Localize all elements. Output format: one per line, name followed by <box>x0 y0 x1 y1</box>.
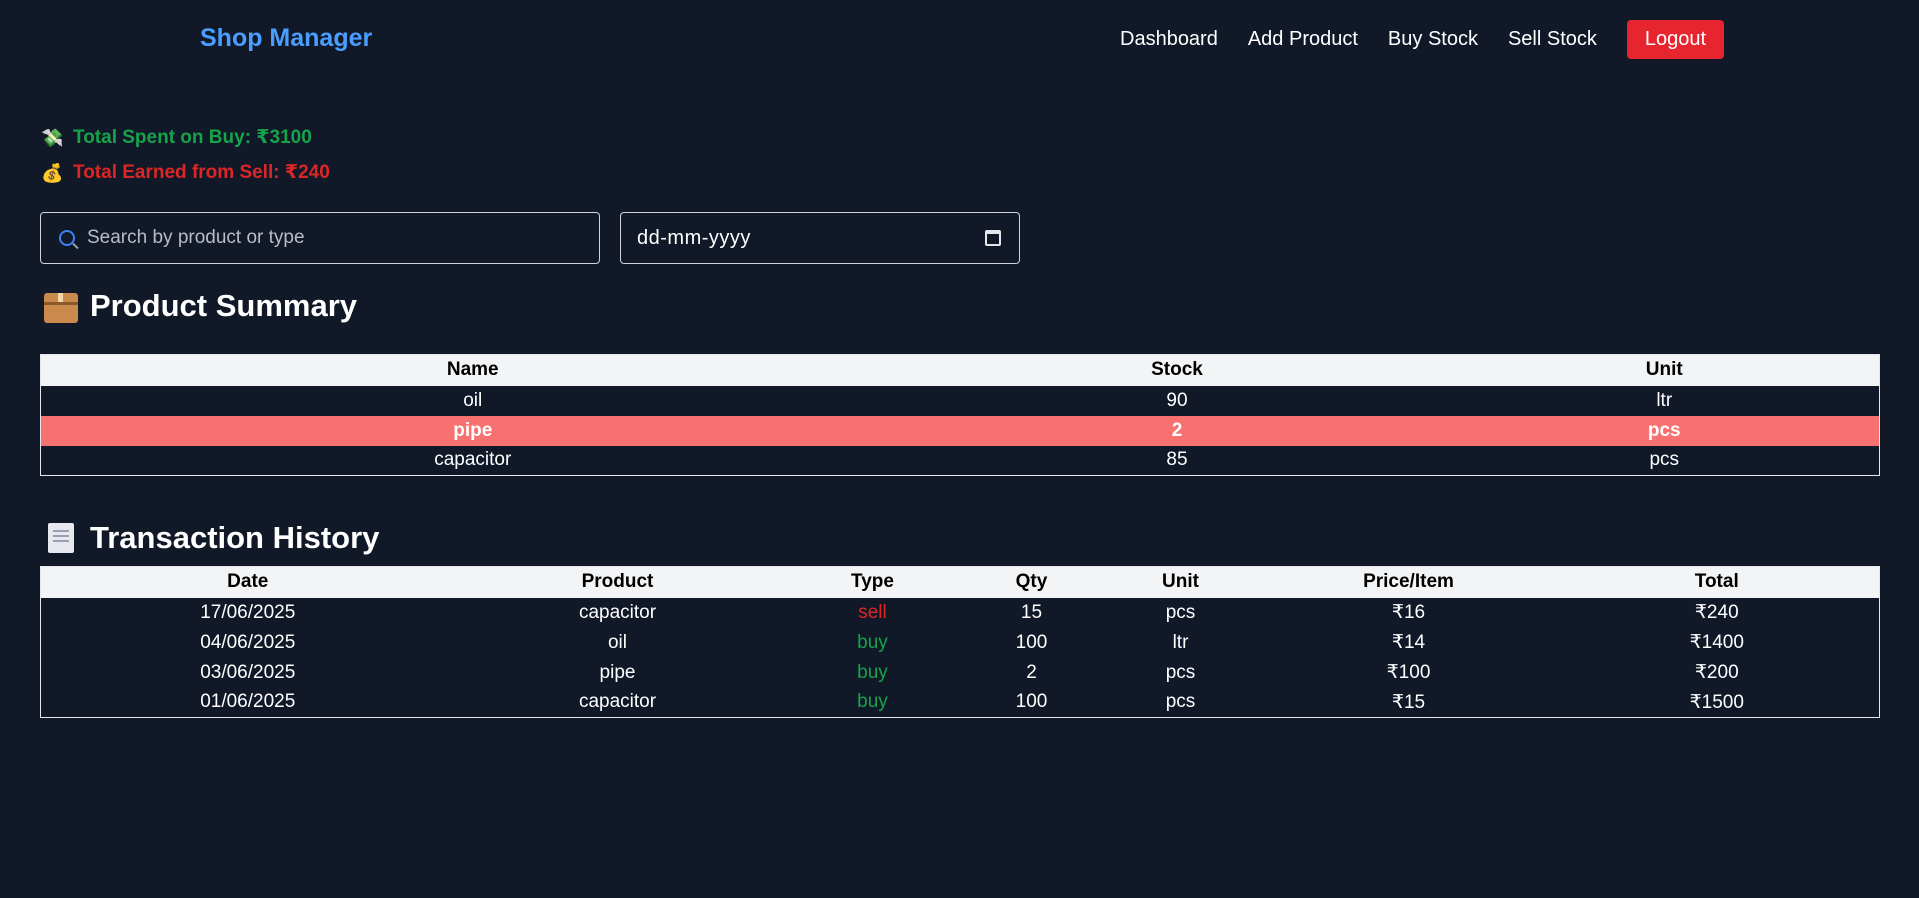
nav-link-buy-stock[interactable]: Buy Stock <box>1388 28 1478 51</box>
column-header: Type <box>780 566 965 598</box>
column-header: Product <box>454 566 781 598</box>
column-header: Price/Item <box>1262 566 1555 598</box>
product-cell: capacitor <box>578 601 657 623</box>
product-name-cell: pipe <box>40 415 905 446</box>
date-placeholder: dd-mm-yyyy <box>637 226 751 249</box>
package-icon <box>44 293 78 323</box>
stock-cell: 2 <box>904 415 1450 446</box>
transaction-history-title: Transaction History <box>90 520 380 555</box>
logout-button[interactable]: Logout <box>1626 20 1725 59</box>
calendar-icon[interactable] <box>985 230 1001 246</box>
table-row: 03/06/2025 pipe buy 2 pcs ₹100 ₹200 <box>41 658 1880 688</box>
total-cell: ₹240 <box>1694 602 1739 623</box>
nav-link-dashboard[interactable]: Dashboard <box>1120 28 1218 51</box>
date-cell: 17/06/2025 <box>200 601 296 623</box>
unit-cell: pcs <box>1649 449 1680 471</box>
stock-cell: 90 <box>1166 389 1188 411</box>
table-row: 04/06/2025 oil buy 100 ltr ₹14 ₹1400 <box>41 628 1880 658</box>
table-row: pipe 2 pcs <box>40 415 1880 446</box>
column-header: Date <box>40 566 455 598</box>
table-header-row: Name Stock Unit <box>40 354 1880 386</box>
product-summary-heading: Product Summary <box>44 288 357 324</box>
product-name-cell: capacitor <box>434 449 512 471</box>
product-summary-title: Product Summary <box>90 288 358 323</box>
total-earned-row: 💰 Total Earned from Sell: ₹240 <box>41 155 330 190</box>
price-cell: ₹14 <box>1391 632 1426 653</box>
type-cell: buy <box>857 691 888 713</box>
column-header: Qty <box>964 566 1099 598</box>
nav-links: Dashboard Add Product Buy Stock Sell Sto… <box>1120 20 1725 59</box>
transaction-history-heading: Transaction History <box>44 520 379 556</box>
transaction-history-table: Date Product Type Qty Unit Price/Item To… <box>40 566 1880 718</box>
price-cell: ₹15 <box>1391 691 1426 713</box>
price-cell: ₹16 <box>1391 602 1426 623</box>
totals-panel: 💸 Total Spent on Buy: ₹3100 💰 Total Earn… <box>41 120 330 190</box>
qty-cell: 15 <box>1020 601 1043 623</box>
product-summary-table: Name Stock Unit oil 90 ltr pipe 2 pcs capacito… <box>40 354 1880 476</box>
qty-cell: 2 <box>1026 661 1037 683</box>
nav-link-sell-stock[interactable]: Sell Stock <box>1508 28 1597 51</box>
column-header: Total <box>1554 566 1880 598</box>
unit-cell: pcs <box>1165 691 1196 713</box>
qty-cell: 100 <box>1015 691 1048 713</box>
money-with-wings-icon: 💸 <box>41 127 64 148</box>
total-spent-row: 💸 Total Spent on Buy: ₹3100 <box>41 120 330 155</box>
table-row: 01/06/2025 capacitor buy 100 pcs ₹15 ₹1500 <box>41 688 1880 718</box>
qty-cell: 100 <box>1015 631 1048 653</box>
product-cell: pipe <box>599 661 636 683</box>
type-cell: buy <box>857 661 888 683</box>
total-cell: ₹1500 <box>1689 691 1744 713</box>
unit-cell: ltr <box>1172 631 1189 653</box>
product-name-cell: oil <box>463 389 483 411</box>
nav-link-add-product[interactable]: Add Product <box>1248 28 1358 51</box>
product-cell: capacitor <box>578 691 657 713</box>
price-cell: ₹100 <box>1386 662 1431 683</box>
table-row: oil 90 ltr <box>41 386 1880 416</box>
total-spent-text: Total Spent on Buy: ₹3100 <box>73 126 312 148</box>
stock-cell: 85 <box>1166 449 1188 471</box>
search-input[interactable] <box>87 227 567 249</box>
unit-cell: pcs <box>1449 415 1880 446</box>
money-bag-icon: 💰 <box>41 162 64 183</box>
unit-cell: pcs <box>1165 601 1196 623</box>
type-cell: sell <box>858 601 887 623</box>
table-row: capacitor 85 pcs <box>41 446 1880 476</box>
date-cell: 03/06/2025 <box>200 661 296 683</box>
column-header: Unit <box>1098 566 1263 598</box>
search-icon <box>59 230 75 246</box>
date-filter[interactable]: dd-mm-yyyy <box>620 212 1020 264</box>
search-box[interactable] <box>40 212 600 264</box>
table-row: 17/06/2025 capacitor sell 15 pcs ₹16 ₹240 <box>41 598 1880 628</box>
brand-title[interactable]: Shop Manager <box>200 24 372 53</box>
unit-cell: ltr <box>1656 389 1673 411</box>
column-header: Name <box>40 354 905 386</box>
table-header-row: Date Product Type Qty Unit Price/Item To… <box>40 566 1880 598</box>
date-cell: 04/06/2025 <box>200 631 296 653</box>
navbar: Shop Manager Dashboard Add Product Buy S… <box>0 0 1919 78</box>
type-cell: buy <box>857 631 888 653</box>
product-cell: oil <box>607 631 627 653</box>
total-cell: ₹200 <box>1694 662 1739 683</box>
date-cell: 01/06/2025 <box>200 691 296 713</box>
column-header: Stock <box>904 354 1450 386</box>
unit-cell: pcs <box>1165 661 1196 683</box>
total-earned-text: Total Earned from Sell: ₹240 <box>73 161 330 183</box>
column-header: Unit <box>1449 354 1880 386</box>
receipt-icon <box>48 523 74 553</box>
total-cell: ₹1400 <box>1689 632 1744 653</box>
